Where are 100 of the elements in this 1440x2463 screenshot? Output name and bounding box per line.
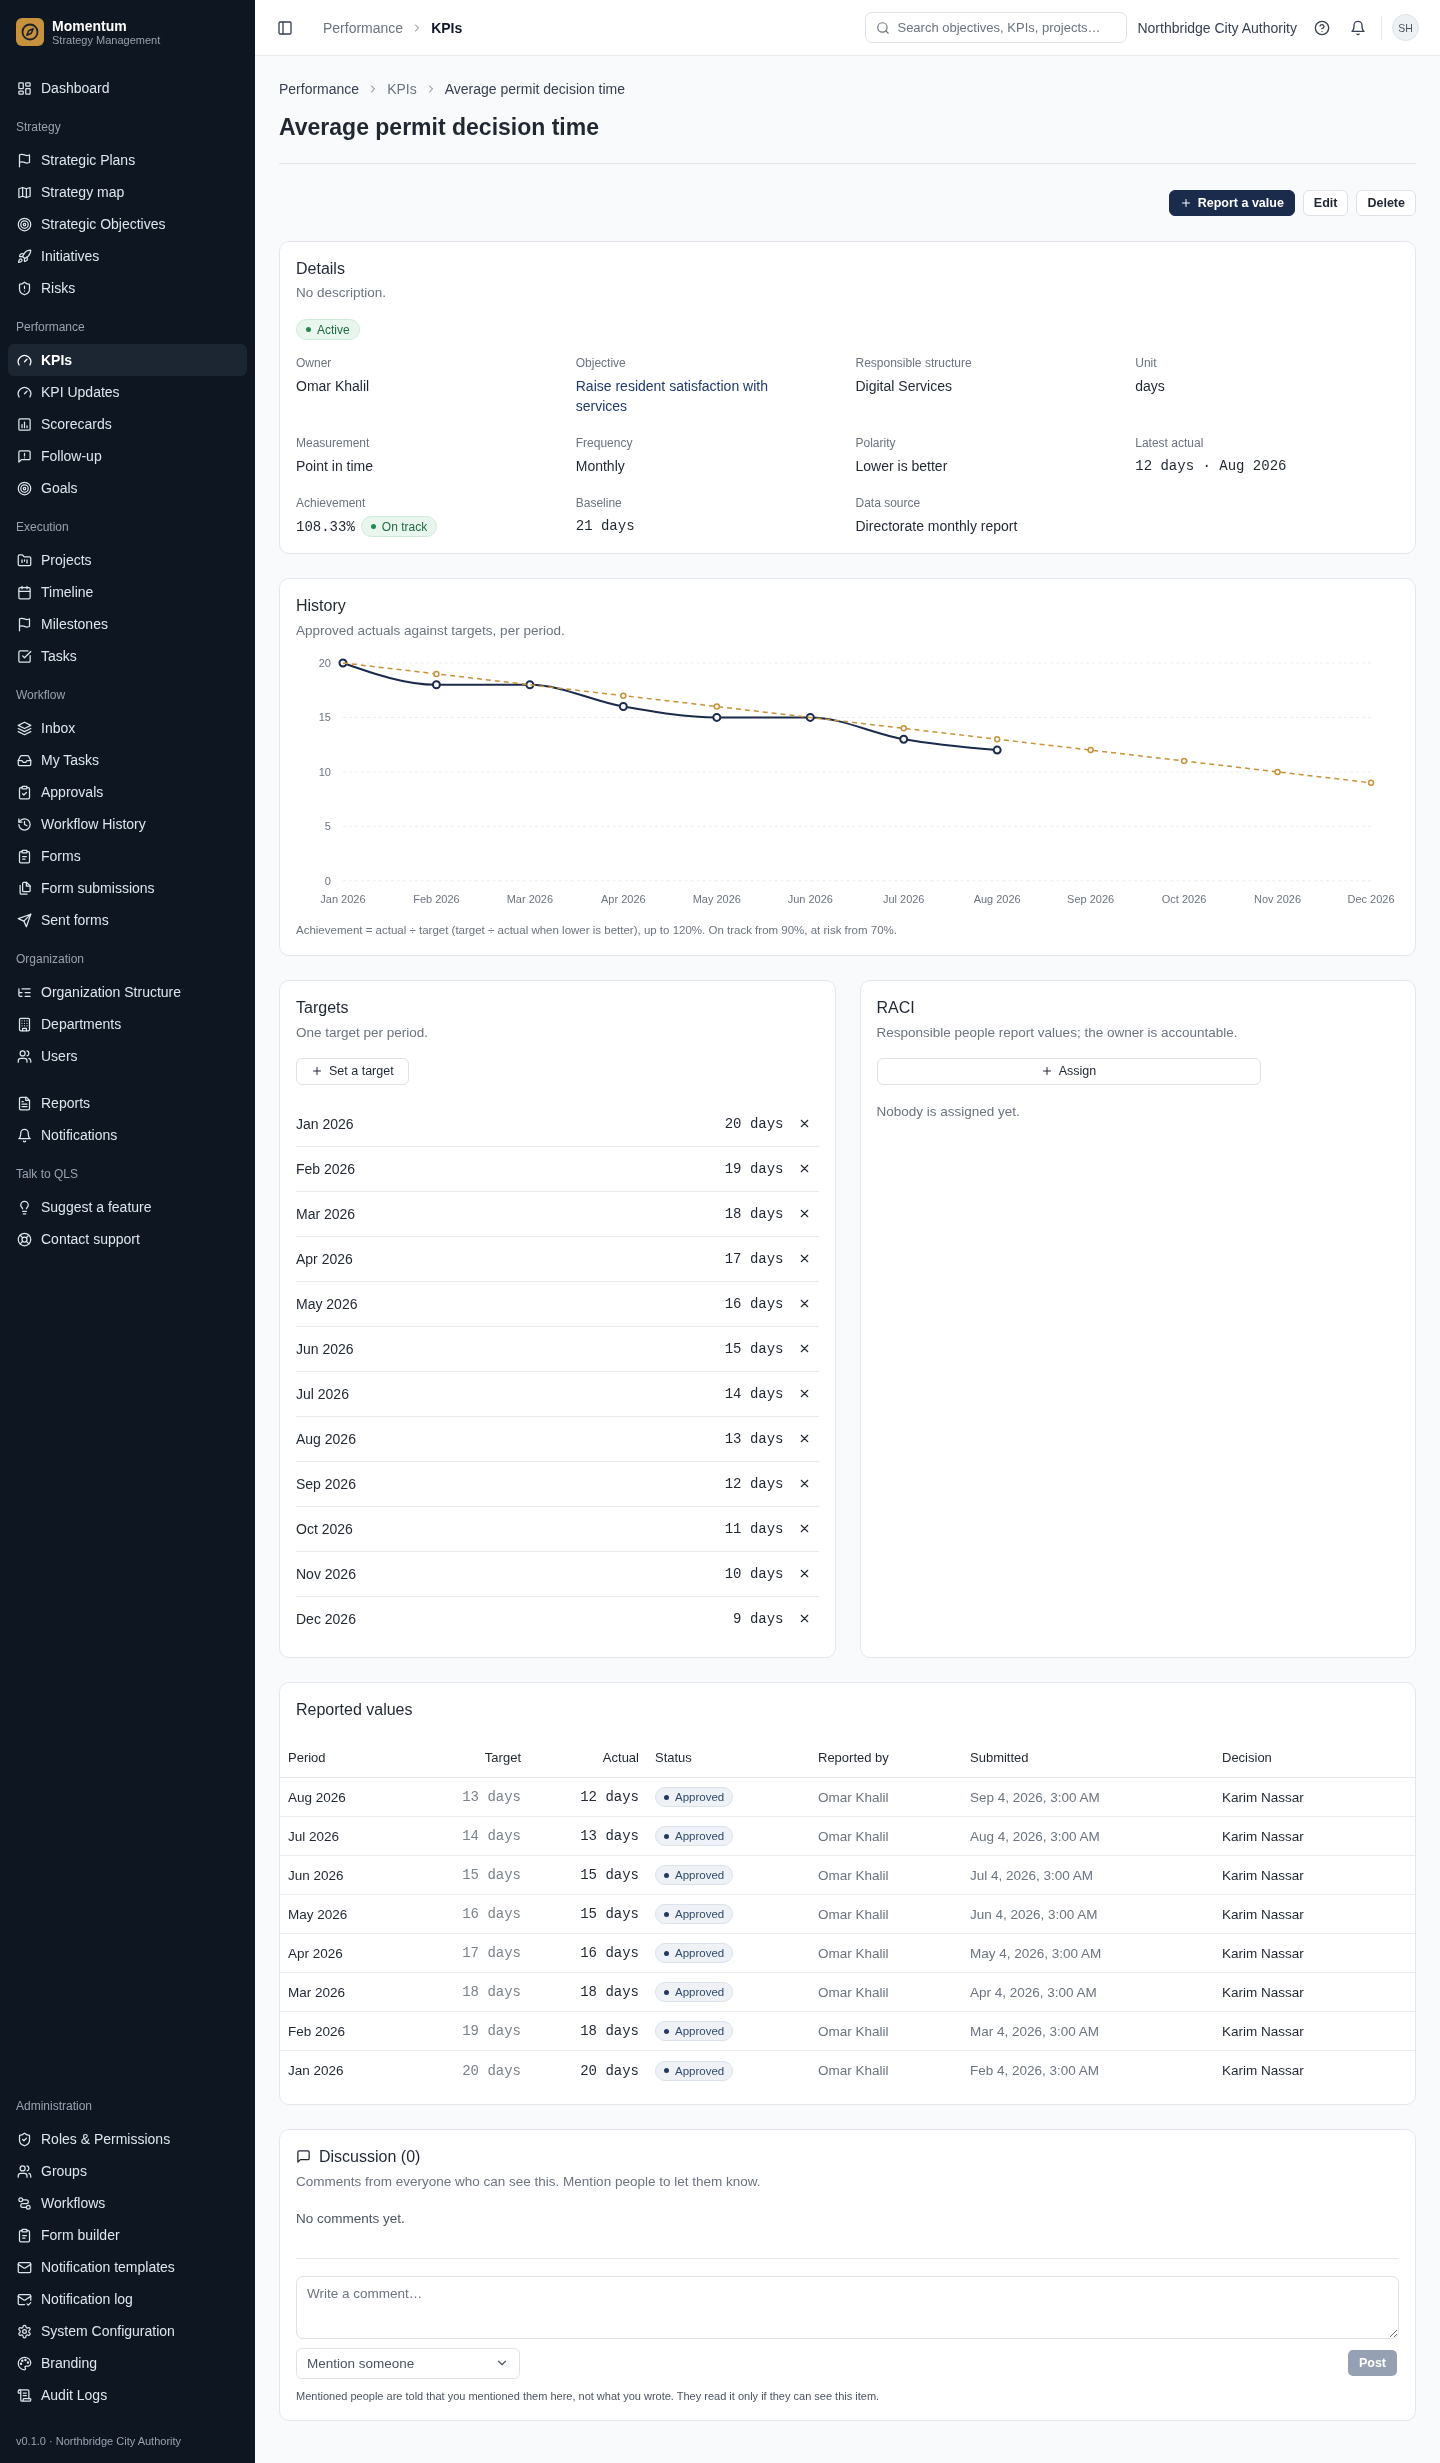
card-description: Responsible people report values; the owner is accountable. [876, 1023, 1239, 1042]
table-cell: Apr 4, 2026, 3:00 AM [962, 1972, 1214, 2012]
field-value: 21 days [575, 517, 635, 536]
table-cell: Karim Nassar [1214, 2011, 1415, 2051]
table-cell: 14 days [430, 1816, 529, 1856]
target-value: 12 days [724, 1475, 784, 1492]
field-label: Owner [296, 356, 333, 370]
empty-message: Nobody is assigned yet. [876, 1102, 1021, 1121]
table-cell: 15 days [430, 1855, 529, 1895]
section-heading: Strategy [15, 119, 62, 135]
y-tick-label: 0 [324, 874, 331, 887]
table-cell: Omar Khalil [810, 1816, 962, 1856]
table-cell: Omar Khalil [810, 1972, 962, 2012]
chart-footnote: Achievement = actual ÷ target (target ÷ actual when lower is better), up to 120%. On track from 90%, at risk from 70%. [296, 922, 898, 938]
target-period: Feb 2026 [296, 1160, 357, 1177]
x-tick-label: Feb 2026 [413, 892, 460, 905]
empty-message: No comments yet. [296, 2209, 406, 2228]
card-description: One target per period. [296, 1023, 430, 1042]
badge-label: Approved [675, 1908, 725, 1921]
field-value: Omar Khalil [296, 377, 370, 396]
column-header: Target [430, 1737, 529, 1778]
table-cell: 15 days [529, 1855, 647, 1895]
table-cell: May 2026 [280, 1894, 430, 1934]
column-header: Reported by [810, 1737, 962, 1778]
table-cell: Omar Khalil [810, 2050, 962, 2090]
x-tick-label: Aug 2026 [973, 892, 1021, 905]
table-cell: Jan 2026 [280, 2050, 430, 2090]
table-cell: 17 days [430, 1933, 529, 1973]
table-cell: 12 days [529, 1777, 647, 1817]
table-cell: 19 days [430, 2011, 529, 2051]
table-cell: Jun 4, 2026, 3:00 AM [962, 1894, 1214, 1934]
table-cell: Omar Khalil [810, 2011, 962, 2051]
card-description: Comments from everyone who can see this. Mention people to let them know. [296, 2172, 762, 2191]
field-label: Achievement [296, 496, 367, 510]
table-cell: Jul 4, 2026, 3:00 AM [962, 1855, 1214, 1895]
x-tick-label: Sep 2026 [1067, 892, 1115, 905]
badge-label: Approved [675, 1791, 725, 1804]
target-value: 15 days [724, 1340, 784, 1357]
target-value: 14 days [724, 1385, 784, 1402]
card-description: Approved actuals against targets, per period. [296, 622, 566, 640]
table-cell: Apr 2026 [280, 1933, 430, 1973]
field-label: Objective [575, 356, 627, 370]
page-title: Average permit decision time [279, 113, 600, 142]
table-cell: Karim Nassar [1214, 1972, 1415, 2012]
section-heading: Execution [15, 519, 70, 535]
table-cell: 20 days [529, 2050, 647, 2090]
x-tick-label: Mar 2026 [506, 892, 554, 905]
target-value: 10 days [724, 1565, 784, 1582]
section-heading: Performance [15, 319, 86, 335]
field-label: Unit [1135, 356, 1158, 370]
column-header: Submitted [962, 1737, 1214, 1778]
column-header: Period [280, 1737, 430, 1778]
badge-label: On track [381, 519, 428, 534]
x-tick-label: Jan 2026 [320, 892, 366, 905]
target-period: Aug 2026 [296, 1430, 357, 1447]
table-cell: Karim Nassar [1214, 2050, 1415, 2090]
table-cell: Mar 4, 2026, 3:00 AM [962, 2011, 1214, 2051]
table-cell: 13 days [430, 1777, 529, 1817]
field-label: Data source [855, 496, 922, 510]
field-label: Responsible structure [855, 356, 973, 370]
version-footer: v0.1.0 · Northbridge City Authority [8, 2433, 247, 2463]
table-cell: 16 days [529, 1933, 647, 1973]
card-title: History [296, 596, 347, 616]
field-label: Latest actual [1135, 436, 1205, 450]
target-value: 18 days [724, 1205, 784, 1222]
section-heading: Organization [15, 951, 86, 967]
card-title: Discussion (0) [319, 2146, 421, 2167]
table-cell: Jul 2026 [280, 1816, 430, 1856]
table-cell: Feb 4, 2026, 3:00 AM [962, 2050, 1214, 2090]
y-tick-label: 15 [318, 711, 331, 724]
target-value: 13 days [724, 1430, 784, 1447]
target-period: Mar 2026 [296, 1205, 357, 1222]
badge-label: Approved [675, 2025, 725, 2038]
target-period: Dec 2026 [296, 1610, 357, 1627]
table-cell: May 4, 2026, 3:00 AM [962, 1933, 1214, 1973]
field-value: Monthly [575, 457, 625, 476]
section-heading: Workflow [15, 687, 67, 703]
table-cell: Aug 2026 [280, 1777, 430, 1817]
badge-label: Approved [675, 2064, 725, 2077]
card-description: No description. [296, 284, 388, 302]
field-label: Polarity [855, 436, 897, 450]
column-header: Actual [529, 1737, 647, 1778]
table-cell: Omar Khalil [810, 1777, 962, 1817]
field-label: Baseline [575, 496, 623, 510]
column-header: Status [647, 1737, 810, 1778]
field-value: 108.33% [296, 517, 355, 537]
target-period: Oct 2026 [296, 1520, 354, 1537]
target-period: May 2026 [296, 1295, 359, 1312]
field-value: Lower is better [855, 457, 948, 476]
y-tick-label: 20 [318, 657, 331, 669]
table-cell: Karim Nassar [1214, 1933, 1415, 1973]
column-header: Decision [1214, 1737, 1415, 1778]
table-cell: Mar 2026 [280, 1972, 430, 2012]
brand-name: Momentum [52, 18, 128, 34]
table-cell: Jun 2026 [280, 1855, 430, 1895]
x-tick-label: Jul 2026 [882, 892, 925, 905]
target-value: 16 days [724, 1295, 784, 1312]
field-value: Digital Services [855, 377, 952, 396]
field-value: Point in time [296, 457, 374, 476]
target-period: Jun 2026 [296, 1340, 355, 1357]
